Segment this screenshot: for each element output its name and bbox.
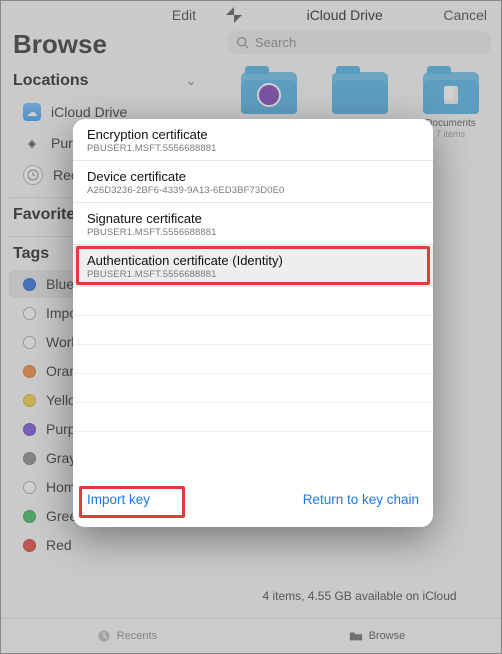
cert-title: Encryption certificate <box>87 127 419 142</box>
purebred-icon: ◈ <box>23 134 41 152</box>
cert-title: Authentication certificate (Identity) <box>87 253 419 268</box>
tag-dot-icon <box>23 423 36 436</box>
status-text: 4 items, 4.55 GB available on iCloud <box>218 589 501 603</box>
folder-icon <box>241 72 297 114</box>
cert-row[interactable]: Signature certificatePBUSER1.MSFT.555668… <box>73 203 433 245</box>
tab-browse[interactable]: Browse <box>349 629 406 643</box>
tag-dot-icon <box>23 394 36 407</box>
tag-dot-icon <box>23 539 36 552</box>
folder-icon <box>349 629 363 643</box>
tag-dot-icon <box>23 481 36 494</box>
tabbar: Recents Browse <box>1 618 501 653</box>
cert-row[interactable]: Encryption certificatePBUSER1.MSFT.55566… <box>73 119 433 161</box>
folder-icon <box>423 72 479 114</box>
cert-subject: PBUSER1.MSFT.5556688881 <box>87 269 419 280</box>
tag-label: Gray <box>46 450 76 466</box>
cloud-icon: ☁ <box>23 103 41 121</box>
cert-title: Signature certificate <box>87 211 419 226</box>
page-title: Browse <box>1 23 208 70</box>
tag-dot-icon <box>23 510 36 523</box>
return-keychain-button[interactable]: Return to key chain <box>303 492 419 507</box>
picker-title: iCloud Drive <box>246 7 443 23</box>
cert-subject: PBUSER1.MSFT.5556688881 <box>87 227 419 238</box>
chevron-down-icon: ⌄ <box>186 74 196 88</box>
tag-label: Blue <box>46 276 74 292</box>
certificate-picker-modal: Encryption certificatePBUSER1.MSFT.55566… <box>73 119 433 527</box>
cert-title: Device certificate <box>87 169 419 184</box>
cert-subject: PBUSER1.MSFT.5556688881 <box>87 143 419 154</box>
cert-subject: A26D3236-2BF6-4339-9A13-6ED3BF73D0E0 <box>87 185 419 196</box>
search-icon <box>236 36 249 49</box>
tag-dot-icon <box>23 278 36 291</box>
cert-row[interactable]: Device certificateA26D3236-2BF6-4339-9A1… <box>73 161 433 203</box>
tag-red[interactable]: Red <box>9 531 200 559</box>
tag-dot-icon <box>23 452 36 465</box>
folder-meta: 7 items <box>436 129 465 139</box>
tag-dot-icon <box>23 336 36 349</box>
tag-label: Red <box>46 537 72 553</box>
clock-icon <box>23 165 43 185</box>
import-key-button[interactable]: Import key <box>87 492 150 507</box>
tab-recents[interactable]: Recents <box>97 629 157 643</box>
cancel-button[interactable]: Cancel <box>443 7 487 23</box>
tag-dot-icon <box>23 307 36 320</box>
expand-icon[interactable] <box>226 7 242 23</box>
sidebar-item-label: iCloud Drive <box>51 104 127 120</box>
search-input[interactable]: Search <box>228 31 491 54</box>
locations-header[interactable]: Locations ⌄ <box>1 70 208 96</box>
cert-row[interactable]: Authentication certificate (Identity)PBU… <box>73 245 433 287</box>
clock-icon <box>97 629 111 643</box>
folder-icon <box>332 72 388 114</box>
tag-dot-icon <box>23 365 36 378</box>
edit-button[interactable]: Edit <box>172 7 196 23</box>
